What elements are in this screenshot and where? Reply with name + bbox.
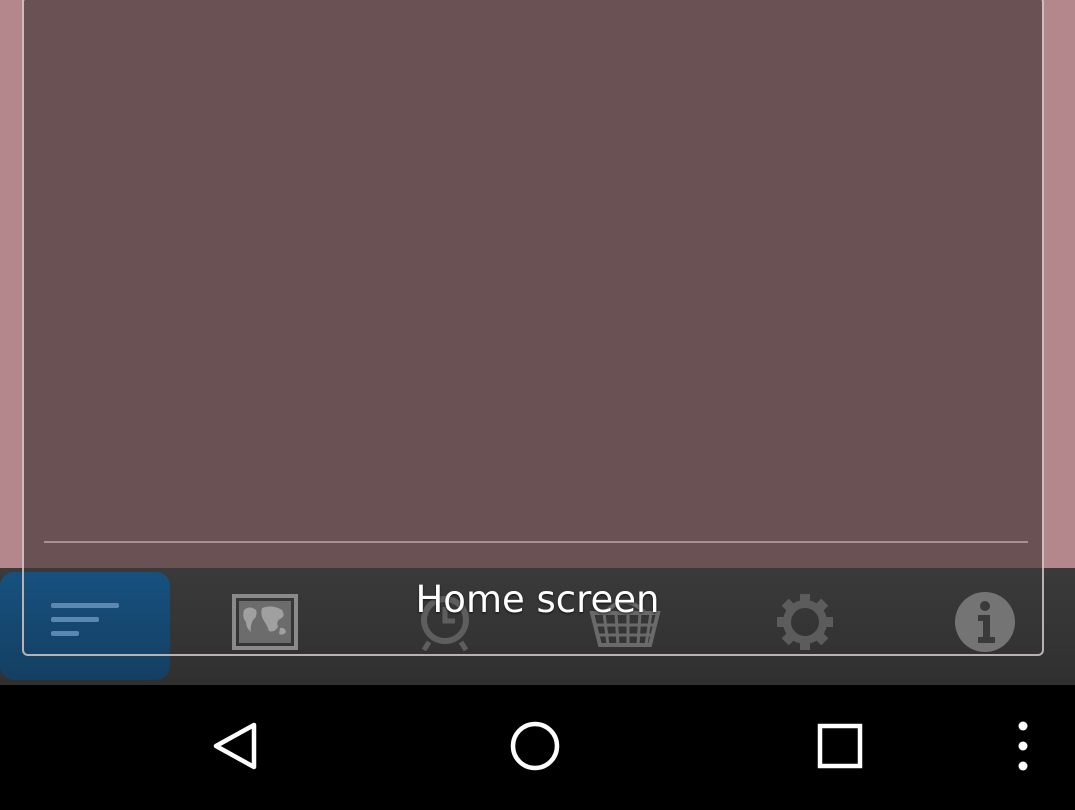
world-map-icon: [232, 594, 298, 650]
map-button[interactable]: [180, 572, 350, 680]
shop-button[interactable]: [540, 572, 710, 680]
alarm-clock-icon: [415, 592, 475, 652]
nav-back-button[interactable]: [190, 700, 280, 796]
gear-icon: [775, 592, 835, 652]
nav-overflow-button[interactable]: [996, 700, 1050, 796]
overlay-panel: [22, 0, 1044, 654]
overflow-menu-icon: [1016, 719, 1030, 777]
settings-button[interactable]: [720, 572, 890, 680]
nav-recents-button[interactable]: [795, 700, 885, 796]
basket-icon: [589, 597, 661, 647]
info-icon: [954, 591, 1016, 653]
alarm-button[interactable]: [360, 572, 530, 680]
phone-screen: Home screen: [0, 0, 1075, 810]
menu-lines-icon: [45, 597, 125, 647]
recents-icon: [815, 721, 865, 775]
menu-button[interactable]: [0, 572, 170, 680]
panel-divider: [44, 541, 1028, 543]
back-icon: [211, 721, 259, 775]
info-button[interactable]: [900, 572, 1070, 680]
nav-home-button[interactable]: [490, 700, 580, 796]
home-icon: [508, 719, 562, 777]
